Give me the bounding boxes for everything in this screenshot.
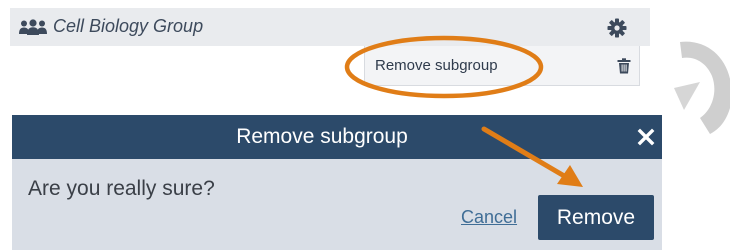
group-header: Cell Biology Group	[10, 8, 650, 46]
cancel-link[interactable]: Cancel	[461, 207, 517, 228]
gear-icon[interactable]	[607, 18, 627, 38]
screenshot-stage: Cell Biology Group Remove subgroup Remov…	[0, 0, 730, 250]
remove-button-label: Remove	[556, 205, 636, 229]
remove-button[interactable]: Remove	[538, 195, 654, 240]
dialog-question: Are you really sure?	[28, 177, 215, 200]
users-icon	[19, 19, 47, 35]
confirm-dialog: Remove subgroup Are you really sure? Can…	[12, 115, 662, 250]
group-name: Cell Biology Group	[53, 16, 204, 36]
settings-dropdown: Remove subgroup	[364, 46, 640, 86]
dialog-title: Remove subgroup	[236, 125, 408, 148]
dialog-header: Remove subgroup	[12, 115, 662, 159]
menu-item-label: Remove subgroup	[375, 57, 498, 74]
close-icon[interactable]	[634, 124, 658, 150]
menu-item-remove-subgroup[interactable]: Remove subgroup	[365, 46, 605, 86]
background-arrow-graphic	[674, 41, 730, 134]
trash-icon[interactable]	[617, 58, 631, 74]
